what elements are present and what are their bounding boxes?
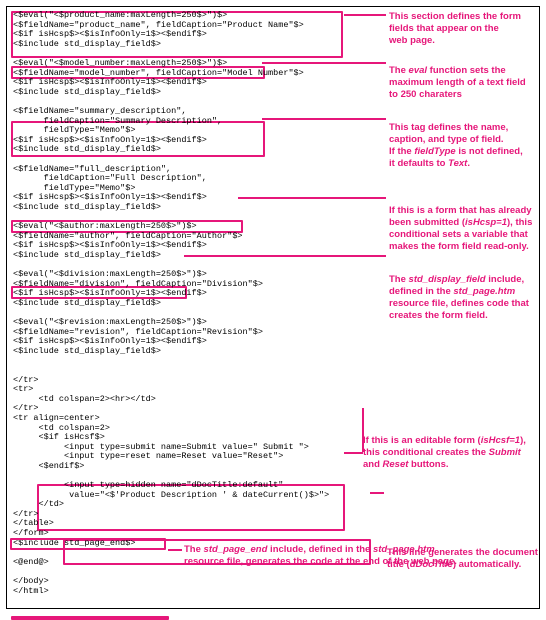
ann-text: . <box>467 158 470 169</box>
code-line: <$include std_display_field$> <box>13 347 353 357</box>
code-line: <td colspan=2><hr></td> <box>13 395 353 405</box>
ann-text: resource file, defines code that <box>389 298 529 309</box>
ann-text: to 250 charaters <box>389 89 462 100</box>
ann-text: include, <box>486 274 525 285</box>
highlight-std-page-end <box>11 616 169 620</box>
ann-italic: std_display_field <box>409 274 486 285</box>
ann-italic: isHcsp=1 <box>465 217 507 228</box>
ann-text: resource file, generates the code at the… <box>184 556 457 567</box>
ann-italic: Submit <box>489 447 521 458</box>
ann-text: conditional sets a variable that <box>389 229 528 240</box>
ann-text: is not defined, <box>456 146 523 157</box>
annotation-eval: The eval function sets the maximum lengt… <box>389 65 539 101</box>
ann-text: If the <box>389 146 414 157</box>
connector-5 <box>184 255 386 257</box>
ann-text: maximum length of a text field <box>389 77 526 88</box>
ann-text: and <box>363 459 383 470</box>
ann-text: If this is an editable form ( <box>363 435 481 446</box>
ann-italic: std_page_end <box>204 544 268 555</box>
connector-6h <box>344 452 363 454</box>
connector-4 <box>238 197 386 199</box>
ann-text: caption, and type of field. <box>389 134 504 145</box>
ann-text: ), this <box>507 217 532 228</box>
ann-italic: Reset <box>383 459 409 470</box>
connector-8 <box>168 549 182 551</box>
ann-text: This tag defines the name, <box>389 122 508 133</box>
ann-italic: std_page.htm <box>373 544 435 555</box>
ann-text: makes the form field read-only. <box>389 241 529 252</box>
code-line: value="<$'Product Description ' & dateCu… <box>13 491 353 501</box>
code-line: <$include std_display_field$> <box>13 203 353 213</box>
connector-1 <box>344 14 386 16</box>
annotation-std-display-field: The std_display_field include, defined i… <box>389 274 539 322</box>
ann-italic: fieldType <box>414 146 455 157</box>
code-line: </html> <box>13 587 353 597</box>
code-line: <$include std_display_field$> <box>13 88 353 98</box>
ann-text: defined in the <box>389 286 453 297</box>
code-line: <$include std_display_field$> <box>13 299 353 309</box>
connector-7 <box>370 492 384 494</box>
code-line: <$include std_display_field$> <box>13 145 353 155</box>
code-line: </table> <box>13 519 353 529</box>
highlight-std-page-end-real <box>10 538 166 550</box>
code-line <box>13 366 353 376</box>
ann-text: web page. <box>389 35 435 46</box>
connector-6v <box>362 408 364 452</box>
code-line: <$include std_display_field$> <box>13 40 353 50</box>
annotation-std-page-end-real: The std_page_end include, defined in the… <box>184 544 524 568</box>
annotation-tag-defines: This tag defines the name, caption, and … <box>389 122 539 170</box>
code-line: </body> <box>13 577 353 587</box>
ann-text: This section defines the form <box>389 11 521 22</box>
ann-text: been submitted ( <box>389 217 465 228</box>
ann-italic: std_page.htm <box>453 286 515 297</box>
annotation-ishcsf: If this is an editable form (isHcsf=1), … <box>363 435 539 471</box>
ann-text: include, defined in the <box>267 544 373 555</box>
code-line: </tr> <box>13 376 353 386</box>
ann-italic: Text <box>448 158 467 169</box>
code-line: <$endif$> <box>13 462 353 472</box>
annotation-ishcsp: If this is a form that has already been … <box>389 205 539 253</box>
ann-text: this conditional creates the <box>363 447 489 458</box>
ann-text: The <box>389 65 409 76</box>
document-frame: <$eval("<$product_name:maxLength=250$>")… <box>6 6 540 609</box>
connector-3 <box>262 118 386 120</box>
ann-text: creates the form field. <box>389 310 488 321</box>
code-line: </td> <box>13 500 353 510</box>
ann-text: If this is a form that has already <box>389 205 532 216</box>
ann-italic: eval <box>409 65 428 76</box>
ann-italic: isHcsf=1 <box>481 435 520 446</box>
code-line <box>13 356 353 366</box>
connector-2 <box>262 62 386 64</box>
ann-text: ), <box>520 435 526 446</box>
code-line <box>13 567 353 577</box>
ann-text: fields that appear on the <box>389 23 499 34</box>
ann-text: buttons. <box>408 459 448 470</box>
annotation-form-fields: This section defines the form fields tha… <box>389 11 539 47</box>
ann-text: The <box>389 274 409 285</box>
ann-text: it defaults to <box>389 158 448 169</box>
ann-text: function sets the <box>427 65 506 76</box>
ann-text: The <box>184 544 204 555</box>
code-listing: <$eval("<$product_name:maxLength=250$>")… <box>13 11 353 596</box>
code-line: </tr> <box>13 510 353 520</box>
